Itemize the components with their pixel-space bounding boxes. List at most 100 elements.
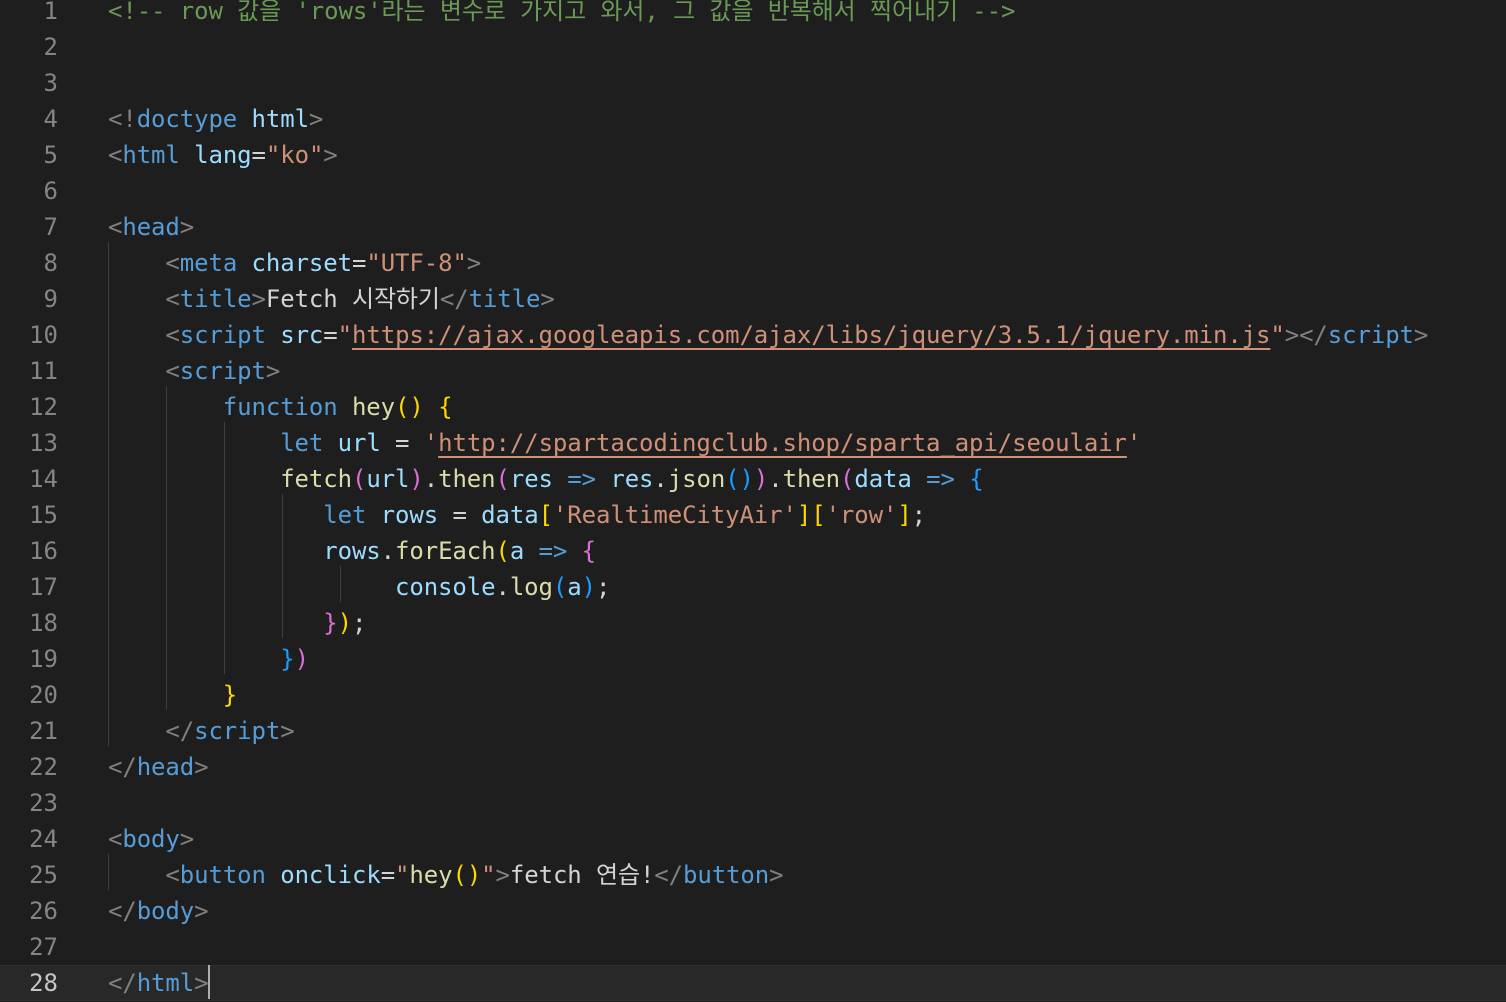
code-token: then xyxy=(438,465,496,493)
code-token: = xyxy=(251,141,266,169)
code-token: 'RealtimeCityAir' xyxy=(552,501,797,529)
code-token: url xyxy=(366,465,410,493)
code-token: > xyxy=(194,897,209,925)
code-token: ( xyxy=(495,465,510,493)
code-line[interactable]: 18 }); xyxy=(0,605,1506,641)
code-text: rows.forEach(a => { xyxy=(108,533,596,569)
code-token: > xyxy=(323,141,338,169)
line-number: 6 xyxy=(43,177,58,205)
line-number: 24 xyxy=(29,825,58,853)
code-token: head xyxy=(136,753,195,781)
code-token: < xyxy=(108,213,123,241)
code-token: console xyxy=(395,573,496,601)
code-text: let url = 'http://spartacodingclub.shop/… xyxy=(108,425,1141,461)
code-line[interactable]: 23 xyxy=(0,785,1506,821)
code-token: rows xyxy=(380,501,439,529)
code-line[interactable]: 22 </head> xyxy=(0,749,1506,785)
code-token: body xyxy=(136,897,195,925)
code-line[interactable]: 10 <script src="https://ajax.googleapis.… xyxy=(0,317,1506,353)
code-token: Fetch 시작하기 xyxy=(265,285,440,313)
code-token: url xyxy=(337,429,381,457)
code-text: <script src="https://ajax.googleapis.com… xyxy=(108,317,1428,353)
line-number: 2 xyxy=(43,33,58,61)
line-number: 23 xyxy=(29,789,58,817)
code-token: => xyxy=(567,465,596,493)
code-token: > xyxy=(308,105,324,133)
code-line[interactable]: 6 xyxy=(0,173,1506,209)
code-line[interactable]: 8 <meta charset="UTF-8"> xyxy=(0,245,1506,281)
code-token: ][ xyxy=(796,501,826,529)
code-token: </ xyxy=(108,897,137,925)
code-text: }); xyxy=(108,605,366,641)
code-text: console.log(a); xyxy=(108,569,610,605)
code-line[interactable]: 21 </script> xyxy=(0,713,1506,749)
code-line[interactable]: 16 rows.forEach(a => { xyxy=(0,533,1506,569)
code-token: script xyxy=(179,321,266,349)
code-token: data xyxy=(481,501,539,529)
code-token: ) xyxy=(409,465,424,493)
code-token: " xyxy=(337,321,353,349)
code-token: html xyxy=(251,105,310,133)
code-token: > xyxy=(265,357,281,385)
line-number: 13 xyxy=(29,429,58,457)
code-token: a xyxy=(567,573,582,601)
code-token: hey xyxy=(351,393,396,421)
code-line[interactable]: 19 }) xyxy=(0,641,1506,677)
code-line[interactable]: 2 xyxy=(0,29,1506,65)
code-token: script xyxy=(1327,321,1414,349)
code-token: " xyxy=(1270,321,1285,349)
code-text: <script> xyxy=(108,353,280,389)
code-token: [ xyxy=(538,501,553,529)
code-token: </ xyxy=(108,753,137,781)
code-line[interactable]: 5 <html lang="ko"> xyxy=(0,137,1506,173)
code-line[interactable]: 25 <button onclick="hey()">fetch 연습!</bu… xyxy=(0,857,1506,893)
code-text: </body> xyxy=(108,893,209,929)
code-token: title xyxy=(468,285,541,313)
code-token: button xyxy=(683,861,770,889)
code-line[interactable]: 3 xyxy=(0,65,1506,101)
code-token: </ xyxy=(654,861,683,889)
code-line[interactable]: 20 } xyxy=(0,677,1506,713)
code-line[interactable]: 13 let url = 'http://spartacodingclub.sh… xyxy=(0,425,1506,461)
code-token: script xyxy=(194,717,281,745)
code-line[interactable]: 4 <!doctype html> xyxy=(0,101,1506,137)
code-line[interactable]: 27 xyxy=(0,929,1506,965)
code-token: < xyxy=(108,825,123,853)
code-token: rows xyxy=(323,537,381,565)
code-token: ) xyxy=(337,609,352,637)
code-token: function xyxy=(222,393,338,421)
indent-guide-foreach xyxy=(340,566,341,602)
code-line[interactable]: 7 <head> xyxy=(0,209,1506,245)
code-line[interactable]: 1 <!-- row 값을 'rows'라는 변수로 가지고 와서, 그 값을 반… xyxy=(0,0,1506,29)
code-line[interactable]: 12 function hey() { xyxy=(0,389,1506,425)
code-line[interactable]: 14 fetch(url).then(res => res.json()).th… xyxy=(0,461,1506,497)
code-line[interactable]: 9 <title>Fetch 시작하기</title> xyxy=(0,281,1506,317)
code-line[interactable]: 11 <script> xyxy=(0,353,1506,389)
code-token: () xyxy=(725,465,754,493)
code-text: <meta charset="UTF-8"> xyxy=(108,245,481,281)
indent-guide-head xyxy=(108,242,109,746)
code-line[interactable]: 26 </body> xyxy=(0,893,1506,929)
code-editor[interactable]: 1 <!-- row 값을 'rows'라는 변수로 가지고 와서, 그 값을 반… xyxy=(0,0,1506,1002)
line-number: 16 xyxy=(29,537,58,565)
code-line[interactable]: 28 </html> xyxy=(0,965,1506,1001)
code-token: " xyxy=(395,861,410,889)
code-line[interactable]: 24 <body> xyxy=(0,821,1506,857)
code-line[interactable]: 15 let rows = data['RealtimeCityAir']['r… xyxy=(0,497,1506,533)
line-number: 4 xyxy=(43,105,58,133)
code-line[interactable]: 17 console.log(a); xyxy=(0,569,1506,605)
